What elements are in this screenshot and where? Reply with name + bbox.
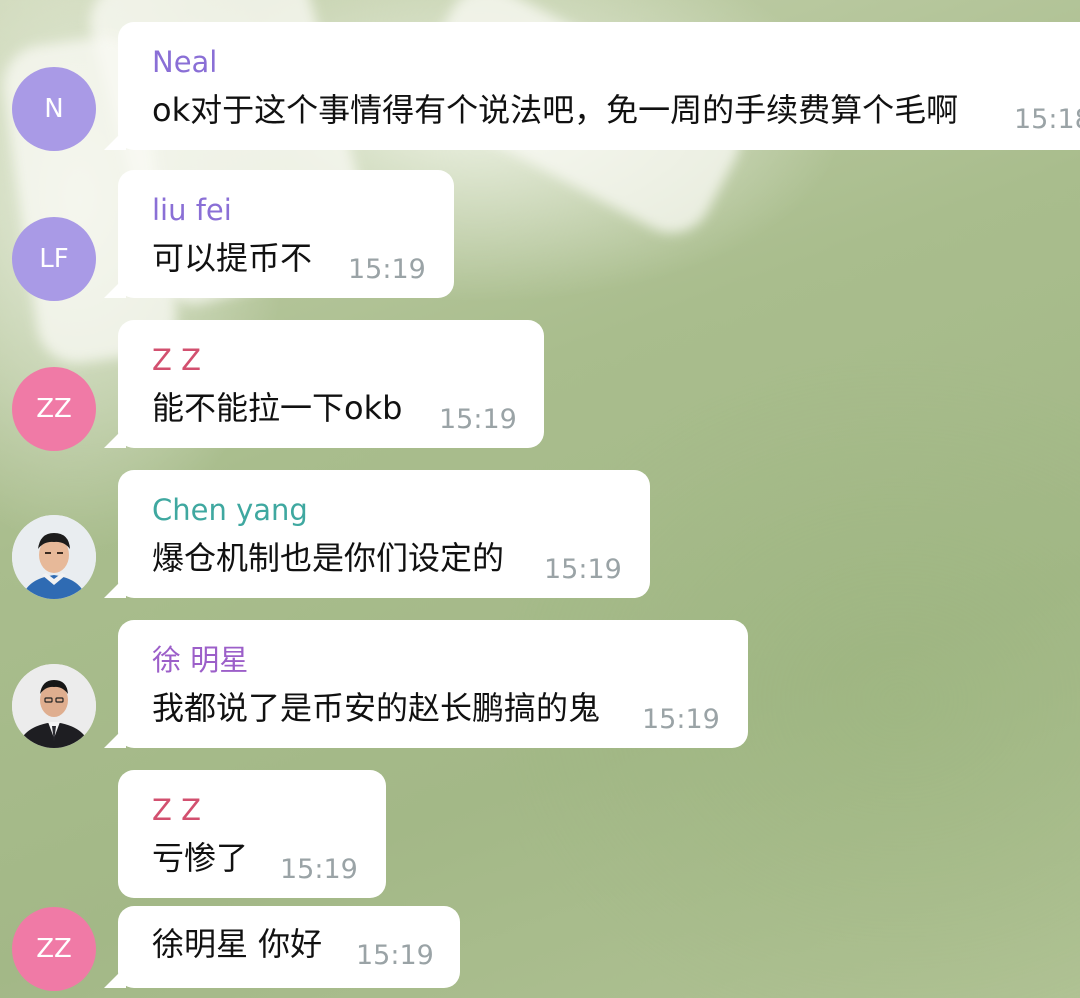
avatar-initials: N — [44, 94, 64, 124]
message-time: 15:19 — [544, 554, 622, 585]
message-sender[interactable]: Chen yang — [152, 492, 308, 528]
message-bubble[interactable]: 徐明星 你好 15:19 — [104, 906, 460, 988]
avatar[interactable]: N — [12, 67, 96, 151]
message-text: 徐明星 你好 — [152, 925, 323, 963]
message-bubble[interactable]: 徐 明星 我都说了是币安的赵长鹏搞的鬼 15:19 — [104, 620, 748, 748]
message-sender[interactable]: Z Z — [152, 342, 201, 378]
message-time: 15:19 — [356, 940, 434, 971]
message-text: 我都说了是币安的赵长鹏搞的鬼 — [152, 689, 601, 727]
message-text: 亏惨了 — [152, 839, 249, 877]
message-sender[interactable]: Z Z — [152, 792, 201, 828]
message-sender[interactable]: Neal — [152, 44, 217, 80]
chat-message-list[interactable]: N Neal ok对于这个事情得有个说法吧，免一周的手续费算个毛啊 15:18 … — [0, 0, 1080, 998]
message-bubble[interactable]: liu fei 可以提币不 15:19 — [104, 170, 454, 298]
message-sender[interactable]: 徐 明星 — [152, 642, 248, 678]
message-text: 能不能拉一下okb — [152, 389, 403, 427]
message-text: ok对于这个事情得有个说法吧，免一周的手续费算个毛啊 — [152, 91, 959, 129]
message-bubble[interactable]: Chen yang 爆仓机制也是你们设定的 15:19 — [104, 470, 650, 598]
message-bubble[interactable]: Z Z 亏惨了 15:19 — [118, 770, 386, 898]
avatar-initials: ZZ — [36, 394, 72, 424]
avatar[interactable]: ZZ — [12, 907, 96, 991]
message-bubble[interactable]: Neal ok对于这个事情得有个说法吧，免一周的手续费算个毛啊 15:18 — [104, 22, 1080, 150]
user-photo-icon — [12, 664, 96, 748]
message-sender[interactable]: liu fei — [152, 192, 232, 228]
avatar[interactable]: LF — [12, 217, 96, 301]
message-time: 15:19 — [642, 704, 720, 735]
message-time: 15:19 — [439, 404, 517, 435]
avatar[interactable]: ZZ — [12, 367, 96, 451]
message-time: 15:19 — [280, 854, 358, 885]
avatar[interactable] — [12, 664, 96, 748]
message-bubble[interactable]: Z Z 能不能拉一下okb 15:19 — [104, 320, 544, 448]
message-text: 可以提币不 — [152, 239, 313, 277]
avatar-initials: LF — [39, 244, 69, 274]
avatar-initials: ZZ — [36, 934, 72, 964]
message-time: 15:18 — [1014, 104, 1080, 135]
message-time: 15:19 — [348, 254, 426, 285]
avatar[interactable] — [12, 515, 96, 599]
message-text: 爆仓机制也是你们设定的 — [152, 539, 505, 577]
user-photo-icon — [12, 515, 96, 599]
